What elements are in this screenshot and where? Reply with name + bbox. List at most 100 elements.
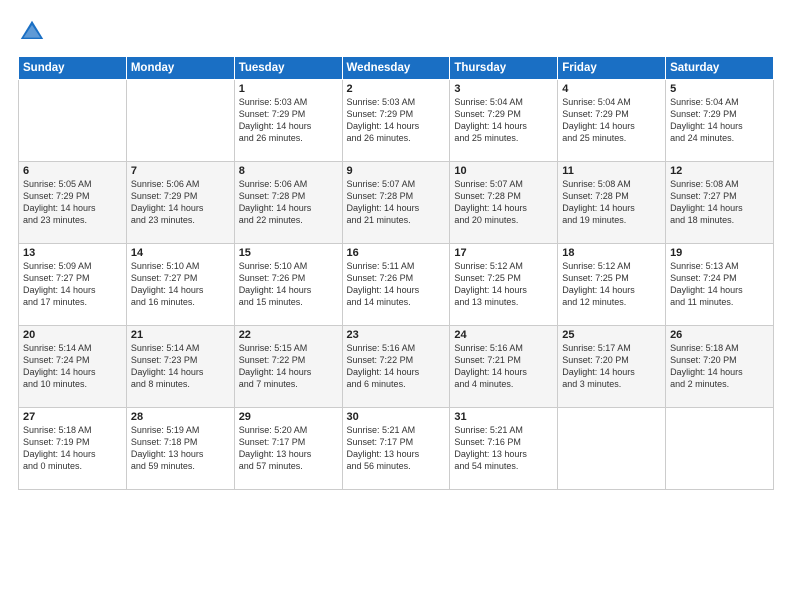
header	[18, 18, 774, 46]
day-info: Sunrise: 5:12 AM Sunset: 7:25 PM Dayligh…	[562, 261, 635, 307]
day-info: Sunrise: 5:17 AM Sunset: 7:20 PM Dayligh…	[562, 343, 635, 389]
calendar-row-5: 27Sunrise: 5:18 AM Sunset: 7:19 PM Dayli…	[19, 408, 774, 490]
day-info: Sunrise: 5:10 AM Sunset: 7:27 PM Dayligh…	[131, 261, 204, 307]
day-info: Sunrise: 5:10 AM Sunset: 7:26 PM Dayligh…	[239, 261, 312, 307]
day-info: Sunrise: 5:05 AM Sunset: 7:29 PM Dayligh…	[23, 179, 96, 225]
calendar-cell: 6 Sunrise: 5:05 AM Sunset: 7:29 PM Daylig…	[19, 162, 127, 244]
logo	[18, 18, 50, 46]
day-number: 30	[347, 411, 446, 423]
day-info: Sunrise: 5:15 AM Sunset: 7:22 PM Dayligh…	[239, 343, 312, 389]
calendar-header-sunday: Sunday	[19, 57, 127, 80]
calendar-cell: 8 Sunrise: 5:06 AM Sunset: 7:28 PM Daylig…	[234, 162, 342, 244]
calendar-cell: 27Sunrise: 5:18 AM Sunset: 7:19 PM Dayli…	[19, 408, 127, 490]
day-info: Sunrise: 5:04 AM Sunset: 7:29 PM Dayligh…	[670, 97, 743, 143]
page: SundayMondayTuesdayWednesdayThursdayFrid…	[0, 0, 792, 612]
calendar-cell: 28 Sunrise: 5:19 AM Sunset: 7:18 PM Dayli…	[126, 408, 234, 490]
calendar-cell: 9 Sunrise: 5:07 AM Sunset: 7:28 PM Daylig…	[342, 162, 450, 244]
calendar-cell: 11 Sunrise: 5:08 AM Sunset: 7:28 PM Dayli…	[558, 162, 666, 244]
day-number: 23	[347, 329, 446, 341]
day-info: Sunrise: 5:06 AM Sunset: 7:28 PM Dayligh…	[239, 179, 312, 225]
day-info: Sunrise: 5:13 AM Sunset: 7:24 PM Dayligh…	[670, 261, 743, 307]
calendar-header-saturday: Saturday	[666, 57, 774, 80]
day-number: 17	[454, 247, 553, 259]
day-info: Sunrise: 5:04 AM Sunset: 7:29 PM Dayligh…	[562, 97, 635, 143]
calendar-header-friday: Friday	[558, 57, 666, 80]
calendar-cell: 23 Sunrise: 5:16 AM Sunset: 7:22 PM Dayli…	[342, 326, 450, 408]
day-number: 4	[562, 83, 661, 95]
day-number: 9	[347, 165, 446, 177]
day-number: 5	[670, 83, 769, 95]
day-number: 25	[562, 329, 661, 341]
day-number: 10	[454, 165, 553, 177]
day-number: 19	[670, 247, 769, 259]
calendar-header-tuesday: Tuesday	[234, 57, 342, 80]
calendar-cell: 21Sunrise: 5:14 AM Sunset: 7:23 PM Dayli…	[126, 326, 234, 408]
day-info: Sunrise: 5:08 AM Sunset: 7:28 PM Dayligh…	[562, 179, 635, 225]
calendar-cell: 5 Sunrise: 5:04 AM Sunset: 7:29 PM Daylig…	[666, 80, 774, 162]
calendar-cell: 15 Sunrise: 5:10 AM Sunset: 7:26 PM Dayli…	[234, 244, 342, 326]
day-number: 6	[23, 165, 122, 177]
day-number: 7	[131, 165, 230, 177]
day-number: 24	[454, 329, 553, 341]
day-info: Sunrise: 5:16 AM Sunset: 7:22 PM Dayligh…	[347, 343, 420, 389]
calendar-cell: 24 Sunrise: 5:16 AM Sunset: 7:21 PM Dayli…	[450, 326, 558, 408]
day-number: 16	[347, 247, 446, 259]
calendar-header-wednesday: Wednesday	[342, 57, 450, 80]
day-info: Sunrise: 5:03 AM Sunset: 7:29 PM Dayligh…	[239, 97, 312, 143]
calendar-cell	[558, 408, 666, 490]
calendar-cell: 2 Sunrise: 5:03 AM Sunset: 7:29 PM Daylig…	[342, 80, 450, 162]
calendar-cell: 16 Sunrise: 5:11 AM Sunset: 7:26 PM Dayli…	[342, 244, 450, 326]
day-number: 15	[239, 247, 338, 259]
day-number: 8	[239, 165, 338, 177]
day-info: Sunrise: 5:07 AM Sunset: 7:28 PM Dayligh…	[454, 179, 527, 225]
calendar-row-4: 20 Sunrise: 5:14 AM Sunset: 7:24 PM Dayli…	[19, 326, 774, 408]
day-info: Sunrise: 5:18 AM Sunset: 7:19 PM Dayligh…	[23, 425, 96, 471]
day-info: Sunrise: 5:16 AM Sunset: 7:21 PM Dayligh…	[454, 343, 527, 389]
calendar-cell: 31Sunrise: 5:21 AM Sunset: 7:16 PM Dayli…	[450, 408, 558, 490]
day-number: 29	[239, 411, 338, 423]
day-info: Sunrise: 5:06 AM Sunset: 7:29 PM Dayligh…	[131, 179, 204, 225]
calendar-cell: 1 Sunrise: 5:03 AM Sunset: 7:29 PM Daylig…	[234, 80, 342, 162]
calendar-cell: 26Sunrise: 5:18 AM Sunset: 7:20 PM Dayli…	[666, 326, 774, 408]
day-info: Sunrise: 5:07 AM Sunset: 7:28 PM Dayligh…	[347, 179, 420, 225]
calendar-cell: 10 Sunrise: 5:07 AM Sunset: 7:28 PM Dayli…	[450, 162, 558, 244]
calendar-cell	[19, 80, 127, 162]
day-number: 31	[454, 411, 553, 423]
day-info: Sunrise: 5:14 AM Sunset: 7:23 PM Dayligh…	[131, 343, 204, 389]
calendar-cell: 25 Sunrise: 5:17 AM Sunset: 7:20 PM Dayli…	[558, 326, 666, 408]
calendar-cell: 20 Sunrise: 5:14 AM Sunset: 7:24 PM Dayli…	[19, 326, 127, 408]
day-info: Sunrise: 5:08 AM Sunset: 7:27 PM Dayligh…	[670, 179, 743, 225]
calendar-row-3: 13Sunrise: 5:09 AM Sunset: 7:27 PM Dayli…	[19, 244, 774, 326]
day-number: 22	[239, 329, 338, 341]
day-number: 12	[670, 165, 769, 177]
day-number: 28	[131, 411, 230, 423]
day-number: 2	[347, 83, 446, 95]
day-info: Sunrise: 5:19 AM Sunset: 7:18 PM Dayligh…	[131, 425, 204, 471]
calendar-table: SundayMondayTuesdayWednesdayThursdayFrid…	[18, 56, 774, 490]
day-number: 20	[23, 329, 122, 341]
calendar-header-thursday: Thursday	[450, 57, 558, 80]
calendar-header-row: SundayMondayTuesdayWednesdayThursdayFrid…	[19, 57, 774, 80]
calendar-cell	[126, 80, 234, 162]
day-number: 26	[670, 329, 769, 341]
day-info: Sunrise: 5:14 AM Sunset: 7:24 PM Dayligh…	[23, 343, 96, 389]
day-number: 11	[562, 165, 661, 177]
day-info: Sunrise: 5:20 AM Sunset: 7:17 PM Dayligh…	[239, 425, 312, 471]
calendar-cell: 12 Sunrise: 5:08 AM Sunset: 7:27 PM Dayli…	[666, 162, 774, 244]
calendar-cell: 13Sunrise: 5:09 AM Sunset: 7:27 PM Dayli…	[19, 244, 127, 326]
day-number: 3	[454, 83, 553, 95]
calendar-cell: 3 Sunrise: 5:04 AM Sunset: 7:29 PM Daylig…	[450, 80, 558, 162]
calendar-row-2: 6 Sunrise: 5:05 AM Sunset: 7:29 PM Daylig…	[19, 162, 774, 244]
calendar-cell: 4 Sunrise: 5:04 AM Sunset: 7:29 PM Daylig…	[558, 80, 666, 162]
day-info: Sunrise: 5:12 AM Sunset: 7:25 PM Dayligh…	[454, 261, 527, 307]
calendar-cell	[666, 408, 774, 490]
calendar-cell: 14Sunrise: 5:10 AM Sunset: 7:27 PM Dayli…	[126, 244, 234, 326]
day-info: Sunrise: 5:04 AM Sunset: 7:29 PM Dayligh…	[454, 97, 527, 143]
day-info: Sunrise: 5:03 AM Sunset: 7:29 PM Dayligh…	[347, 97, 420, 143]
day-info: Sunrise: 5:21 AM Sunset: 7:17 PM Dayligh…	[347, 425, 420, 471]
day-number: 13	[23, 247, 122, 259]
day-number: 1	[239, 83, 338, 95]
calendar-cell: 29 Sunrise: 5:20 AM Sunset: 7:17 PM Dayli…	[234, 408, 342, 490]
day-info: Sunrise: 5:11 AM Sunset: 7:26 PM Dayligh…	[347, 261, 420, 307]
calendar-cell: 7 Sunrise: 5:06 AM Sunset: 7:29 PM Daylig…	[126, 162, 234, 244]
